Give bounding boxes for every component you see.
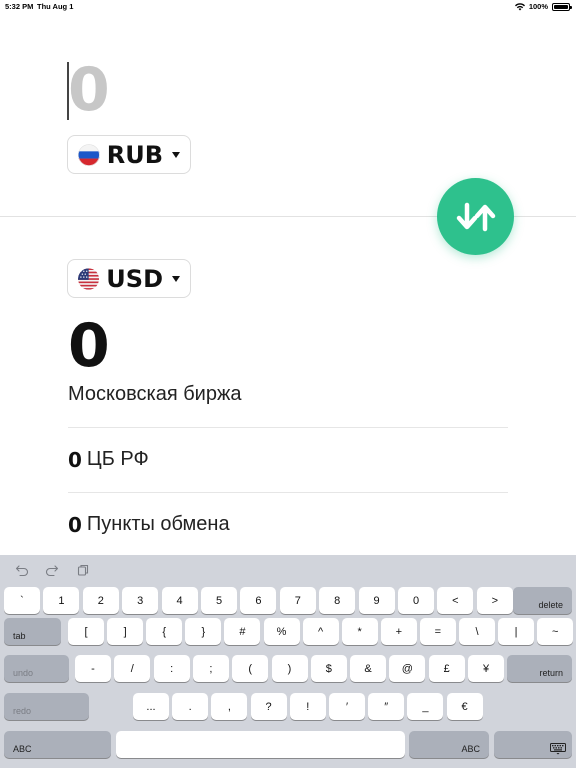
status-right: 100%: [514, 2, 572, 11]
rate-label: ЦБ РФ: [86, 448, 149, 470]
key[interactable]: ]: [107, 618, 144, 645]
chevron-down-icon: [172, 275, 180, 282]
key[interactable]: !: [289, 693, 326, 720]
key[interactable]: <: [437, 587, 474, 614]
key[interactable]: _: [407, 693, 444, 720]
key[interactable]: /: [114, 655, 151, 682]
redo-key[interactable]: redo: [4, 693, 89, 720]
key[interactable]: =: [419, 618, 456, 645]
key[interactable]: ?: [250, 693, 287, 720]
key[interactable]: {: [146, 618, 183, 645]
redo-arrow-icon[interactable]: [45, 563, 59, 577]
undo-arrow-icon[interactable]: [15, 563, 29, 577]
undo-key[interactable]: undo: [4, 655, 69, 682]
keyboard-toolbar: [0, 555, 576, 585]
key[interactable]: 1: [43, 587, 80, 614]
status-date: Thu Aug 1: [37, 2, 74, 11]
rate-value: 0: [68, 447, 82, 472]
key[interactable]: #: [224, 618, 261, 645]
key[interactable]: 2: [82, 587, 119, 614]
wifi-icon: [514, 2, 525, 10]
target-currency-button[interactable]: USD: [67, 259, 191, 298]
paste-icon[interactable]: [76, 563, 90, 577]
key[interactable]: 8: [319, 587, 356, 614]
key[interactable]: ~: [537, 618, 574, 645]
key[interactable]: @: [389, 655, 426, 682]
key[interactable]: \: [459, 618, 495, 645]
key[interactable]: €: [446, 693, 483, 720]
key[interactable]: +: [380, 618, 417, 645]
rate-value: 0: [68, 512, 82, 537]
tab-key[interactable]: tab: [4, 618, 61, 645]
key[interactable]: 7: [279, 587, 316, 614]
rate-row-cbr[interactable]: 0 ЦБ РФ: [68, 427, 508, 491]
chevron-down-icon: [172, 151, 180, 158]
key[interactable]: ″: [368, 693, 405, 720]
key[interactable]: 4: [161, 587, 198, 614]
return-key[interactable]: return: [507, 655, 572, 682]
key[interactable]: 3: [122, 587, 159, 614]
key[interactable]: %: [263, 618, 300, 645]
key[interactable]: £: [428, 655, 465, 682]
key[interactable]: ′: [329, 693, 365, 720]
rate-row-exchange-points[interactable]: 0 Пункты обмена: [68, 492, 508, 556]
key[interactable]: &: [350, 655, 387, 682]
key[interactable]: ¥: [468, 655, 504, 682]
key[interactable]: 9: [358, 587, 395, 614]
key[interactable]: ...: [133, 693, 169, 720]
key[interactable]: 0: [398, 587, 434, 614]
delete-key[interactable]: delete: [513, 587, 572, 614]
key[interactable]: |: [498, 618, 535, 645]
key[interactable]: [: [68, 618, 104, 645]
key[interactable]: 5: [201, 587, 237, 614]
abc-key[interactable]: ABC: [409, 731, 489, 758]
key[interactable]: `: [4, 587, 40, 614]
status-time: 5:32 PM: [5, 2, 34, 11]
source-currency-code: RUB: [106, 140, 163, 169]
battery-percent: 100%: [528, 2, 548, 11]
rate-label: Пункты обмена: [86, 513, 230, 535]
key[interactable]: ): [271, 655, 308, 682]
key[interactable]: 6: [240, 587, 277, 614]
key[interactable]: ,: [211, 693, 248, 720]
status-bar: 5:32 PM Thu Aug 1 100%: [0, 0, 576, 14]
swap-button[interactable]: [437, 178, 514, 255]
space-key[interactable]: [116, 731, 405, 758]
swap-arrows-icon: [456, 202, 495, 231]
battery-icon: [552, 2, 572, 11]
source-amount-input[interactable]: 0: [68, 56, 110, 124]
key[interactable]: $: [310, 655, 347, 682]
russia-flag-icon: [78, 143, 100, 166]
key[interactable]: >: [476, 587, 513, 614]
source-currency-button[interactable]: RUB: [67, 135, 191, 174]
key[interactable]: ;: [192, 655, 229, 682]
key[interactable]: ^: [302, 618, 339, 645]
usa-flag-icon: [78, 267, 100, 290]
key[interactable]: *: [341, 618, 378, 645]
target-amount: 0: [68, 311, 110, 381]
key[interactable]: (: [232, 655, 269, 682]
target-currency-code: USD: [106, 264, 163, 293]
keyboard-dismiss-button[interactable]: [494, 731, 572, 758]
keyboard-dismiss-icon: [550, 743, 566, 755]
exchange-label: Московская биржа: [68, 383, 242, 405]
key[interactable]: }: [185, 618, 222, 645]
key[interactable]: -: [75, 655, 111, 682]
key[interactable]: :: [153, 655, 190, 682]
onscreen-keyboard: ` 1 2 3 4 5 6 7 8 9 0 < > delete tab []{} #% ^ * + = \ | ~ undo -…: [0, 555, 576, 768]
key[interactable]: .: [172, 693, 209, 720]
abc-key[interactable]: ABC: [4, 731, 111, 758]
